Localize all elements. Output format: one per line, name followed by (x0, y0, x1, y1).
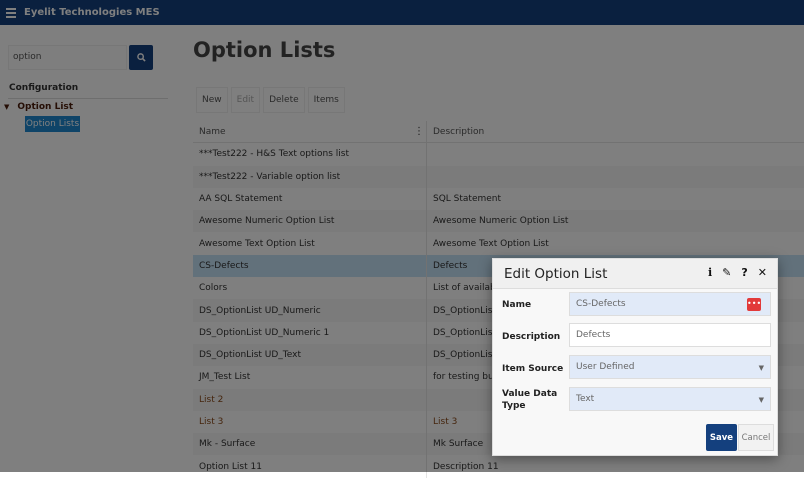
name-value: CS-Defects (576, 299, 626, 309)
chevron-down-icon: ▼ (758, 364, 764, 372)
description-label: Description (502, 332, 561, 342)
close-icon[interactable]: ✕ (758, 266, 767, 279)
save-button[interactable]: Save (706, 424, 737, 451)
name-field[interactable]: CS-Defects ••• (569, 292, 771, 316)
chevron-down-icon: ▼ (758, 396, 764, 404)
item-source-select[interactable]: User Defined ▼ (569, 355, 771, 379)
description-field[interactable]: Defects (569, 323, 771, 347)
name-label: Name (502, 300, 532, 310)
value-data-type-select[interactable]: Text ▼ (569, 387, 771, 411)
edit-option-list-dialog: Edit Option List i ✎ ? ✕ Name CS-Defects… (492, 258, 778, 456)
item-source-value: User Defined (576, 362, 635, 372)
item-source-label: Item Source (502, 364, 564, 374)
info-icon[interactable]: i (708, 266, 712, 279)
value-data-type-label: Value Data Type (502, 389, 558, 411)
more-options-icon[interactable]: ••• (747, 298, 761, 311)
value-data-type-value: Text (576, 394, 595, 404)
pencil-icon[interactable]: ✎ (722, 266, 731, 279)
help-icon[interactable]: ? (741, 266, 747, 279)
cancel-button[interactable]: Cancel (738, 424, 774, 451)
